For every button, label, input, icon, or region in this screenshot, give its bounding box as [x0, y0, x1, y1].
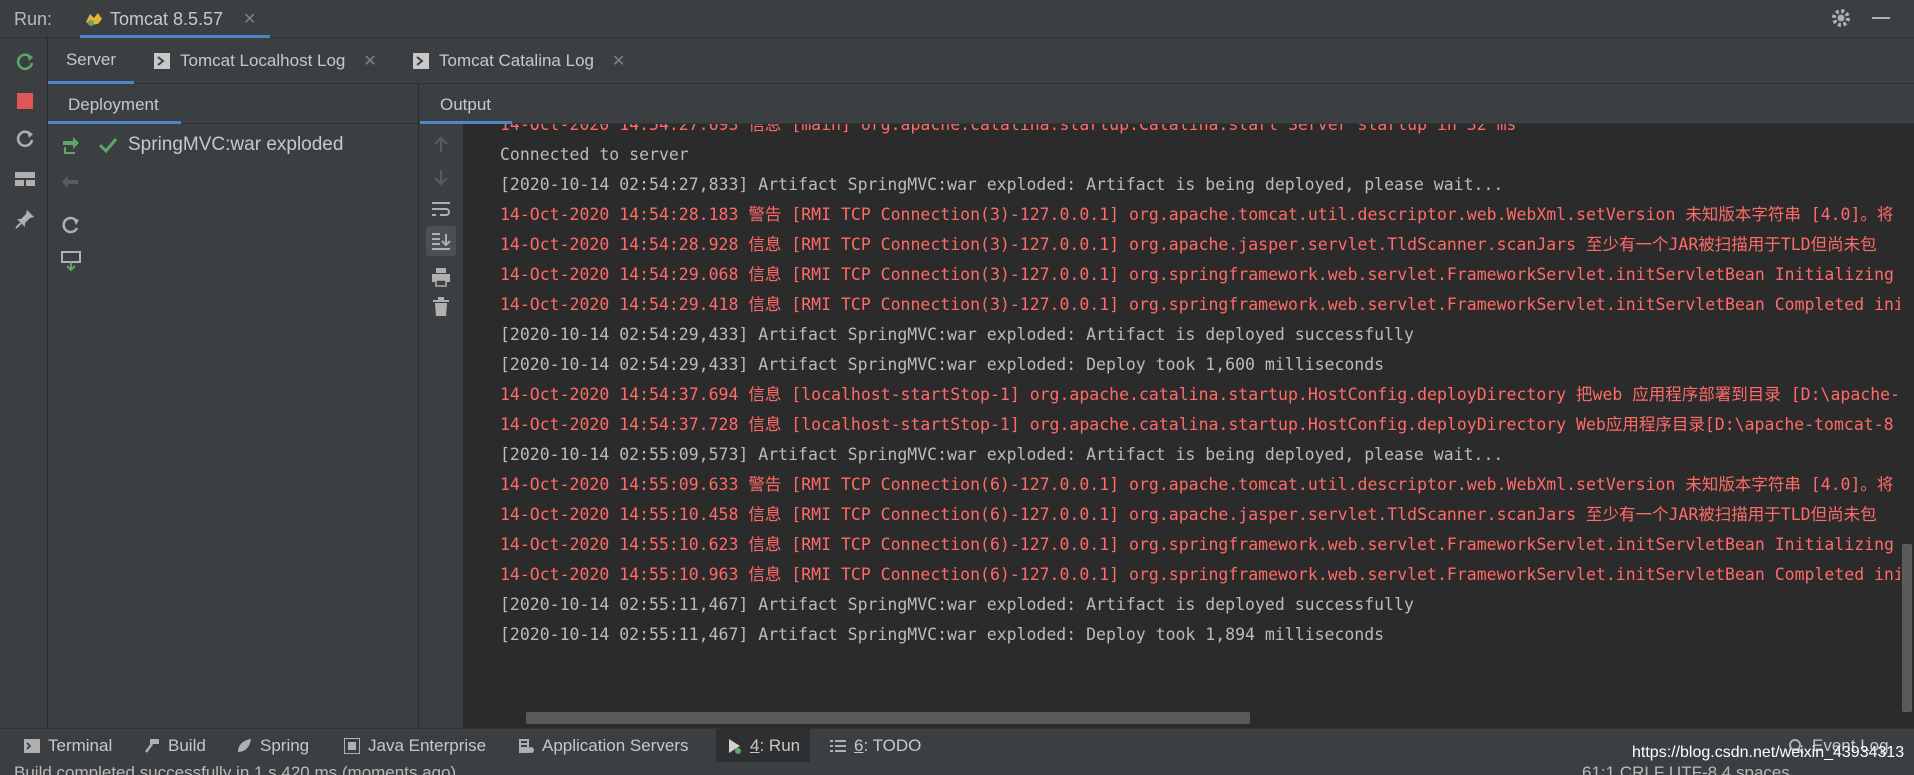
console-line: Connected to server	[500, 145, 689, 164]
console-line: 14-Oct-2020 14:55:10.458 信息 [RMI TCP Con…	[500, 505, 1877, 524]
close-icon[interactable]: ✕	[612, 51, 625, 71]
status-widgets[interactable]: 61:1 CRLF UTF-8 4 spaces	[1582, 763, 1790, 775]
run-tool-window-header: Run: Tomcat 8.5.57 ✕	[0, 0, 1914, 38]
minimize-icon[interactable]	[1872, 17, 1890, 19]
close-icon[interactable]: ✕	[363, 51, 376, 71]
gear-icon[interactable]	[1830, 7, 1852, 29]
status-bar: Build completed successfully in 1 s 420 …	[0, 762, 1914, 775]
tool-label: : Run	[759, 736, 801, 755]
tool-application-servers[interactable]: Application Servers	[514, 729, 692, 763]
layout-icon[interactable]	[12, 166, 38, 192]
undeploy-icon[interactable]	[58, 170, 84, 196]
deployment-actions	[48, 124, 94, 728]
console-line: 14-Oct-2020 14:54:37.694 信息 [localhost-s…	[500, 385, 1900, 404]
update-app-icon[interactable]	[12, 126, 38, 152]
tab-tomcat-run-config[interactable]: Tomcat 8.5.57 ✕	[80, 0, 270, 38]
refresh-icon[interactable]	[58, 212, 84, 238]
close-icon[interactable]: ✕	[243, 9, 256, 29]
trash-icon[interactable]	[426, 292, 456, 322]
run-label: Run:	[14, 9, 53, 29]
run-tab-title: Tomcat 8.5.57	[110, 9, 224, 29]
console-tab-icon	[413, 53, 429, 69]
arrow-down-icon[interactable]	[426, 162, 456, 192]
console-line: 14-Oct-2020 14:54:27.693 信息 [main] org.a…	[500, 124, 1517, 134]
tool-label: Spring	[260, 736, 310, 755]
console-line: 14-Oct-2020 14:54:37.728 信息 [localhost-s…	[500, 415, 1894, 434]
console-line: [2020-10-14 02:54:27,833] Artifact Sprin…	[500, 175, 1504, 194]
tool-spring[interactable]: Spring	[232, 729, 313, 763]
tool-label: : TODO	[863, 736, 922, 755]
arrow-up-icon[interactable]	[426, 130, 456, 160]
console-line: 14-Oct-2020 14:54:28.183 警告 [RMI TCP Con…	[500, 205, 1894, 224]
tool-build[interactable]: Build	[140, 729, 210, 763]
tool-label: Application Servers	[542, 736, 689, 755]
todo-icon	[830, 738, 846, 754]
rerun-icon[interactable]	[12, 48, 38, 74]
console-tab-icon	[154, 53, 170, 69]
tab-label: Tomcat Localhost Log	[180, 51, 346, 70]
tool-label: Java Enterprise	[368, 736, 487, 755]
console-line: 14-Oct-2020 14:55:10.963 信息 [RMI TCP Con…	[500, 565, 1904, 584]
check-icon	[98, 136, 120, 154]
stop-icon[interactable]	[12, 88, 38, 114]
app-servers-icon	[518, 738, 534, 754]
console-output[interactable]: 14-Oct-2020 14:54:27.693 信息 [main] org.a…	[464, 124, 1914, 728]
tool-mnemonic: 6	[854, 736, 864, 755]
tool-window-bar: Terminal Build Spring Java Enterprise Ap…	[0, 728, 1914, 763]
artifact-label: SpringMVC:war exploded	[128, 134, 344, 155]
java-enterprise-icon	[343, 737, 361, 755]
tool-label: Terminal	[48, 736, 113, 755]
tool-terminal[interactable]: Terminal	[20, 729, 116, 763]
deployment-header: Deployment	[48, 84, 419, 124]
console-line: 14-Oct-2020 14:54:29.068 信息 [RMI TCP Con…	[500, 265, 1914, 284]
scroll-to-end-icon[interactable]	[426, 226, 456, 256]
vertical-scrollbar[interactable]	[1900, 124, 1914, 728]
deploy-all-icon[interactable]	[58, 132, 84, 158]
tool-todo[interactable]: 6 : TODO	[826, 729, 925, 763]
tab-tomcat-catalina-log[interactable]: Tomcat Catalina Log ✕	[413, 38, 625, 84]
server-log-tabs: Server Tomcat Localhost Log ✕ Tomcat Cat…	[48, 38, 1914, 84]
console-line: [2020-10-14 02:55:11,467] Artifact Sprin…	[500, 595, 1414, 614]
build-status-text[interactable]: Build completed successfully in 1 s 420 …	[14, 763, 456, 775]
tool-label: Build	[168, 736, 206, 755]
tab-label: Tomcat Catalina Log	[439, 51, 594, 70]
csdn-watermark: https://blog.csdn.net/weixin_43934313	[1632, 744, 1905, 761]
hammer-icon	[144, 738, 160, 754]
terminal-icon	[24, 738, 40, 754]
tool-mnemonic: 4	[750, 736, 760, 755]
tab-deployment[interactable]: Deployment	[48, 84, 181, 124]
run-icon	[726, 738, 742, 754]
horizontal-scrollbar[interactable]	[526, 712, 1250, 724]
tool-run[interactable]: 4 : Run	[716, 729, 811, 763]
console-lines: 14-Oct-2020 14:54:27.693 信息 [main] org.a…	[500, 124, 1914, 650]
deploy-to-server-icon[interactable]	[58, 248, 84, 274]
tomcat-icon	[84, 10, 104, 28]
tab-server-label: Server	[65, 49, 117, 69]
output-panel: Output 14-Oct-2020 14:54:27.693 信息 [main…	[420, 84, 1914, 728]
tab-output-label: Output	[440, 95, 492, 114]
print-icon[interactable]	[426, 262, 456, 292]
tab-server[interactable]: Server	[48, 38, 134, 84]
pin-icon[interactable]	[12, 206, 38, 232]
console-line: 14-Oct-2020 14:55:10.623 信息 [RMI TCP Con…	[500, 535, 1914, 554]
console-line: [2020-10-14 02:55:11,467] Artifact Sprin…	[500, 625, 1385, 644]
tab-output[interactable]: Output	[420, 84, 512, 124]
console-toolbar	[420, 124, 464, 728]
tab-deployment-label: Deployment	[68, 95, 159, 114]
run-left-toolbar	[0, 38, 48, 728]
console-line: [2020-10-14 02:54:29,433] Artifact Sprin…	[500, 325, 1414, 344]
vertical-scrollbar-thumb[interactable]	[1902, 544, 1912, 712]
deployment-panel: Deployment SpringMVC:war exploded	[48, 84, 419, 728]
console-line: 14-Oct-2020 14:54:28.928 信息 [RMI TCP Con…	[500, 235, 1877, 254]
console-line: [2020-10-14 02:55:09,573] Artifact Sprin…	[500, 445, 1504, 464]
tab-tomcat-localhost-log[interactable]: Tomcat Localhost Log ✕	[154, 38, 377, 84]
console-line: [2020-10-14 02:54:29,433] Artifact Sprin…	[500, 355, 1385, 374]
output-header: Output	[420, 84, 1914, 124]
artifact-item[interactable]: SpringMVC:war exploded	[98, 131, 343, 159]
console-line: 14-Oct-2020 14:55:09.633 警告 [RMI TCP Con…	[500, 475, 1894, 494]
soft-wrap-icon[interactable]	[426, 194, 456, 224]
tool-java-enterprise[interactable]: Java Enterprise	[340, 729, 490, 763]
console-line: 14-Oct-2020 14:54:29.418 信息 [RMI TCP Con…	[500, 295, 1904, 314]
spring-leaf-icon	[236, 738, 252, 754]
